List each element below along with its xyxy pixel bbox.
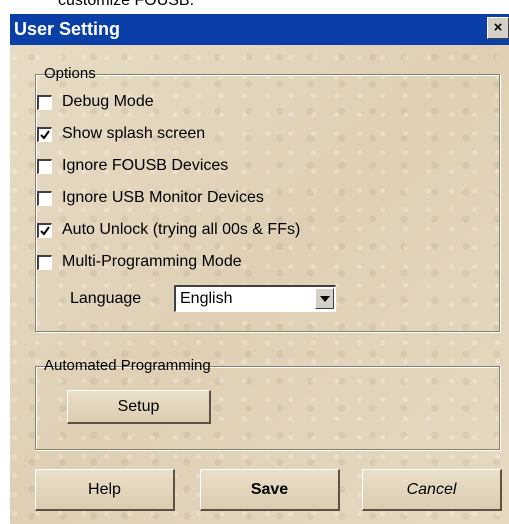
language-select-value: English xyxy=(180,290,233,307)
cancel-button-label: Cancel xyxy=(406,481,457,498)
title-bar[interactable]: User Setting × xyxy=(10,14,509,45)
option-ignore-fousb-devices[interactable]: Ignore FOUSB Devices xyxy=(37,155,228,177)
checkbox-ignore-fousb-devices[interactable] xyxy=(37,158,52,174)
checkmark-icon xyxy=(40,129,50,140)
save-button-label: Save xyxy=(250,481,289,498)
option-debug-mode[interactable]: Debug Mode xyxy=(37,91,154,113)
help-button-label: Help xyxy=(88,481,121,498)
option-ignore-usb-monitor-devices[interactable]: Ignore USB Monitor Devices xyxy=(37,187,264,209)
checkbox-auto-unlock[interactable] xyxy=(37,222,52,238)
setup-button-label: Setup xyxy=(117,398,160,415)
background-text-fragment: customize FOUSB. xyxy=(58,0,195,9)
chevron-down-icon[interactable] xyxy=(315,288,334,309)
option-label: Show splash screen xyxy=(62,125,206,142)
checkbox-ignore-usb-monitor-devices[interactable] xyxy=(37,190,52,206)
setup-button[interactable]: Setup xyxy=(67,390,211,424)
automated-programming-label: Automated Programming xyxy=(44,357,211,374)
option-label: Multi-Programming Mode xyxy=(62,253,242,270)
close-button[interactable]: × xyxy=(487,17,509,39)
cancel-button[interactable]: Cancel xyxy=(362,469,502,511)
option-multi-programming-mode[interactable]: Multi-Programming Mode xyxy=(37,251,242,273)
option-label: Ignore FOUSB Devices xyxy=(62,157,229,174)
save-button[interactable]: Save xyxy=(200,469,340,511)
option-label: Auto Unlock (trying all 00s & FFs) xyxy=(62,221,301,238)
close-icon: × xyxy=(493,19,503,36)
language-label: Language xyxy=(70,290,142,307)
background-window-text: customize FOUSB. xyxy=(0,0,509,14)
options-group-label: Options xyxy=(44,65,96,82)
checkmark-icon xyxy=(40,225,50,236)
option-auto-unlock[interactable]: Auto Unlock (trying all 00s & FFs) xyxy=(37,219,300,241)
language-select[interactable]: English xyxy=(174,285,336,312)
option-label: Debug Mode xyxy=(62,93,154,110)
checkbox-debug-mode[interactable] xyxy=(37,94,52,110)
option-label: Ignore USB Monitor Devices xyxy=(62,189,264,206)
checkbox-show-splash-screen[interactable] xyxy=(37,126,52,142)
help-button[interactable]: Help xyxy=(35,469,175,511)
checkbox-multi-programming-mode[interactable] xyxy=(37,254,52,270)
window-title: User Setting xyxy=(14,19,121,39)
user-setting-dialog: User Setting × Options Debug Mode Show s… xyxy=(10,14,509,524)
option-show-splash-screen[interactable]: Show splash screen xyxy=(37,123,205,145)
